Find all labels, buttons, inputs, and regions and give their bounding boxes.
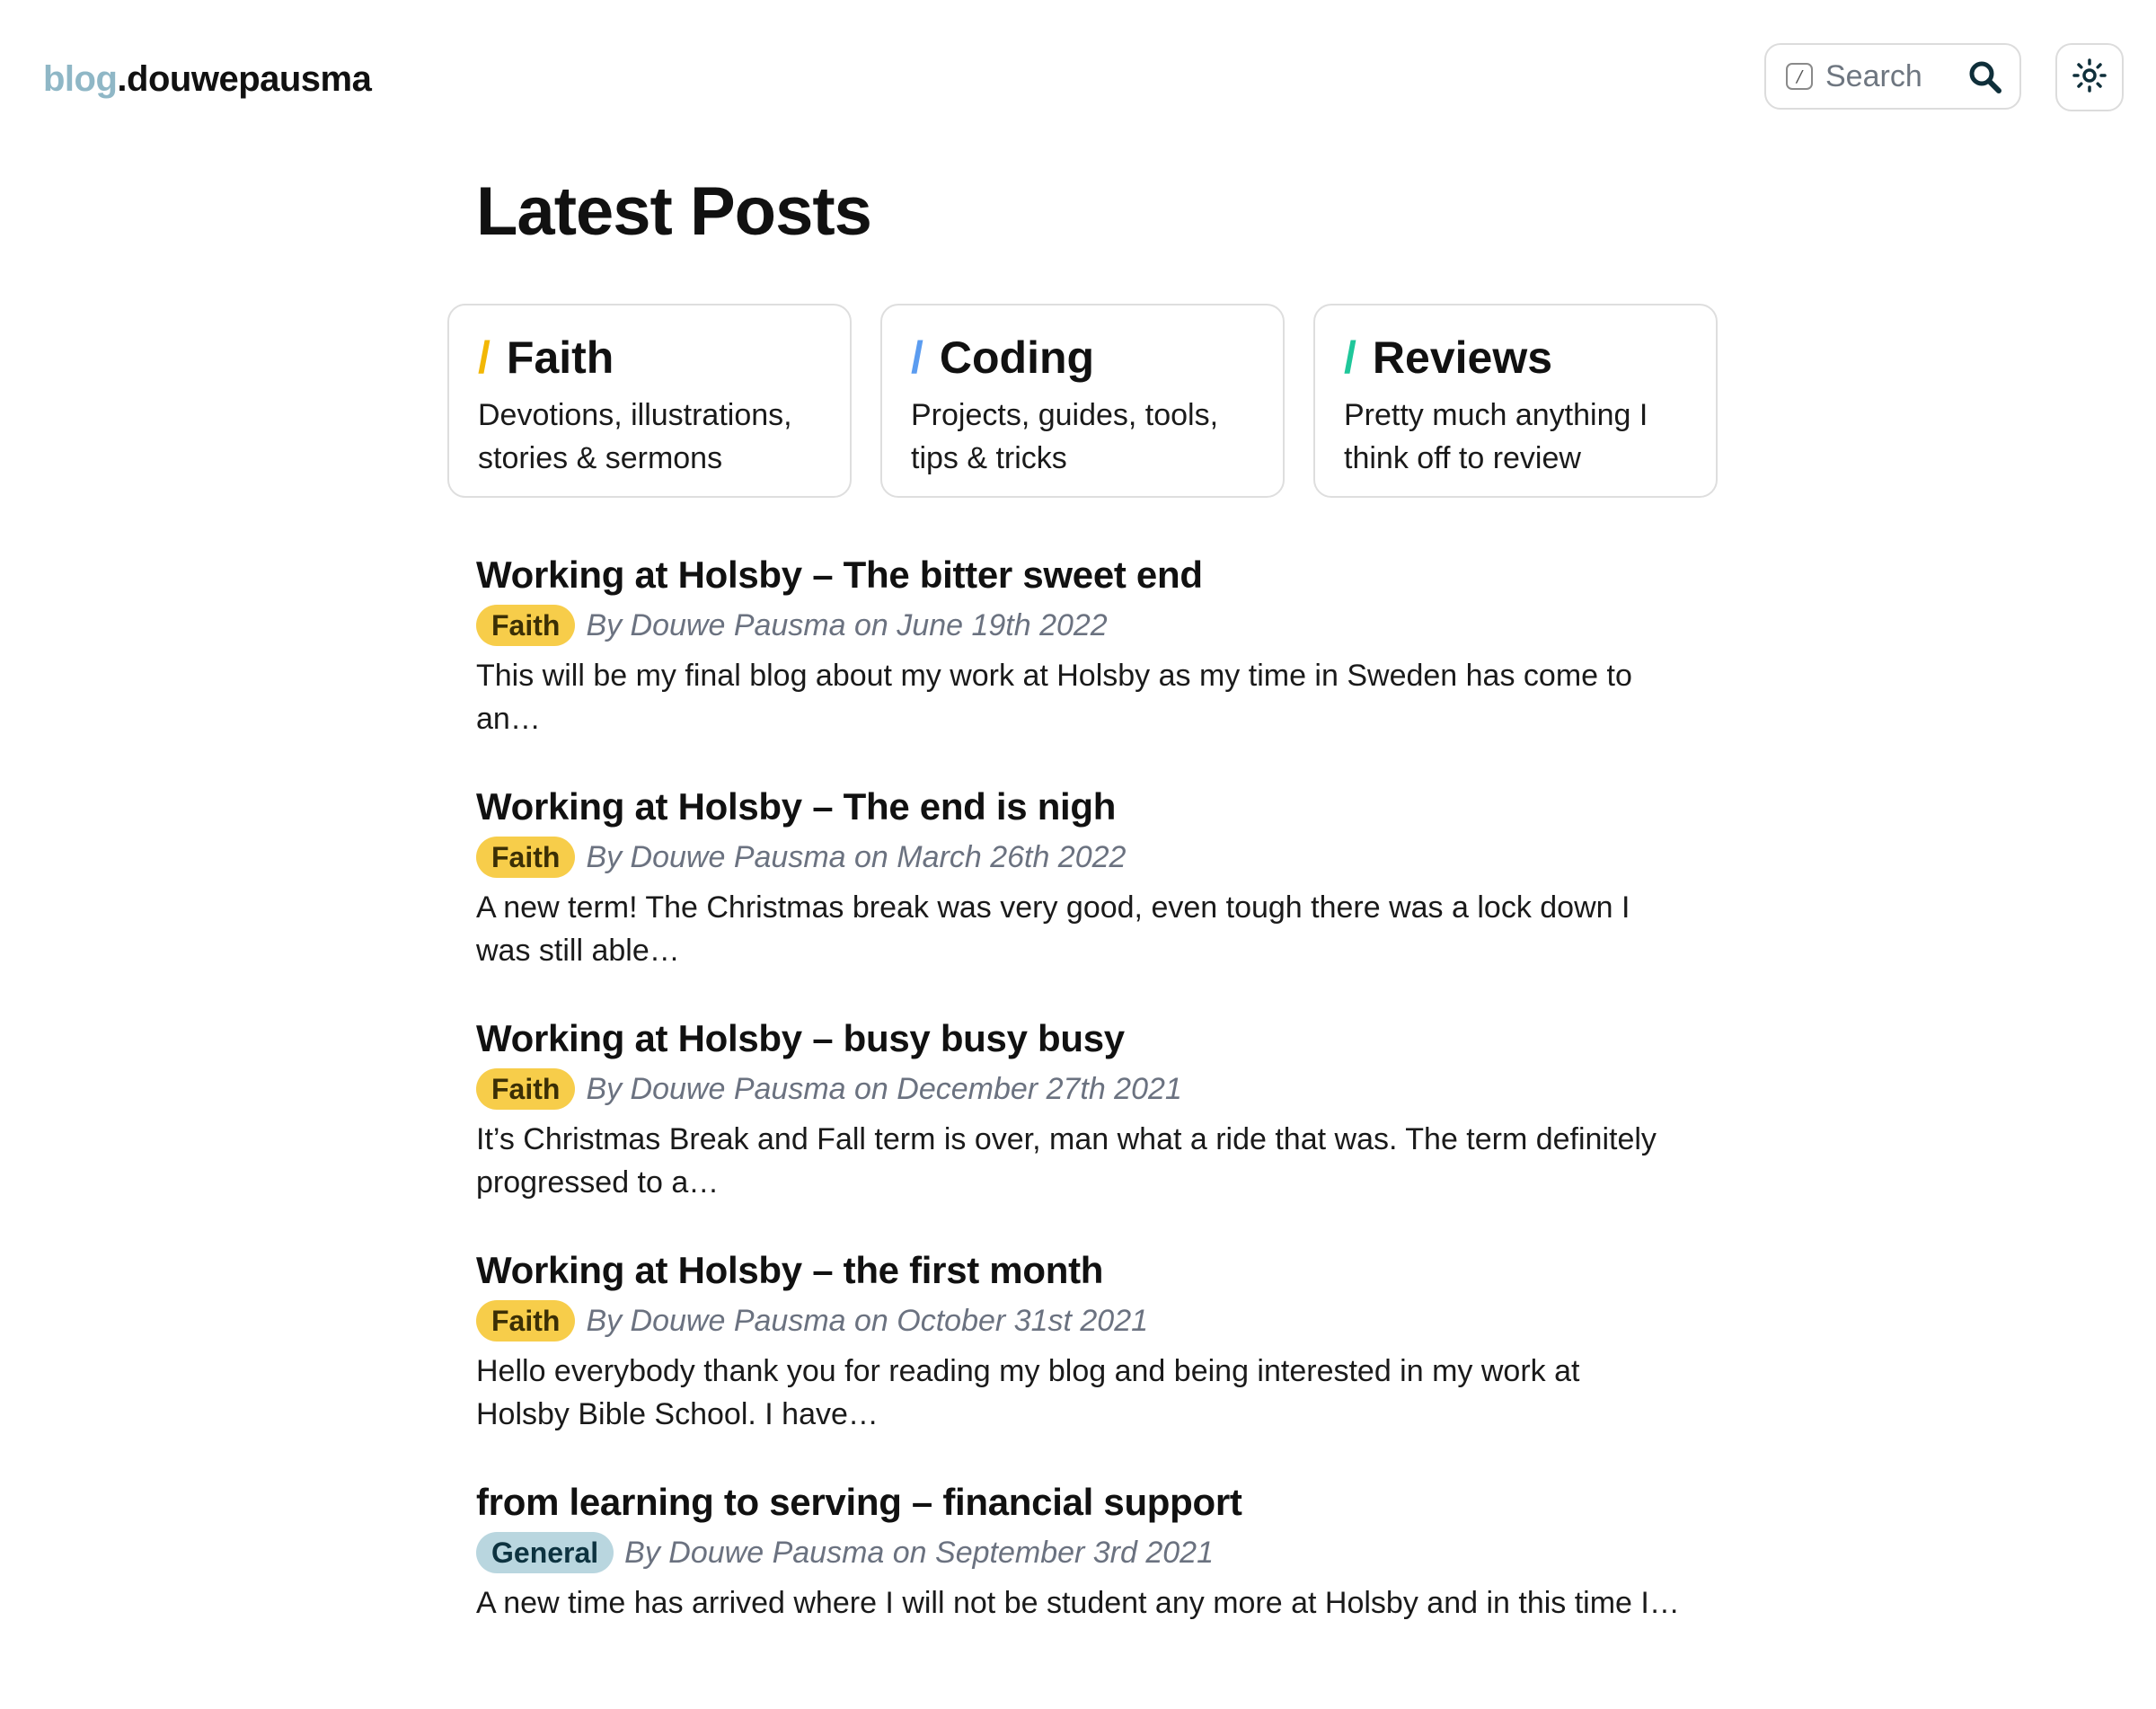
post-byline: By Douwe Pausma on June 19th 2022 (586, 607, 1108, 642)
shortcut-key-hint: / (1786, 63, 1813, 90)
category-card-reviews[interactable]: / Reviews Pretty much anything I think o… (1313, 304, 1718, 498)
category-slash: / (478, 332, 490, 383)
category-title: / Reviews (1344, 331, 1687, 385)
post-excerpt: Hello everybody thank you for reading my… (476, 1354, 1580, 1431)
post-list: Working at Holsby – The bitter sweet end… (476, 550, 1680, 1709)
post-tag[interactable]: Faith (476, 1300, 576, 1342)
category-title: / Coding (911, 331, 1254, 385)
category-description: Devotions, illustrations, stories & serm… (478, 398, 792, 475)
category-slash: / (1344, 332, 1356, 383)
sun-icon (2072, 58, 2107, 98)
post-meta: Faith By Douwe Pausma on June 19th 2022 (476, 602, 1680, 649)
post-byline: By Douwe Pausma on March 26th 2022 (586, 839, 1127, 874)
post-tag[interactable]: Faith (476, 605, 576, 646)
post-byline: By Douwe Pausma on September 3rd 2021 (624, 1535, 1214, 1570)
post-excerpt: It’s Christmas Break and Fall term is ov… (476, 1122, 1657, 1200)
category-name: Coding (939, 332, 1095, 383)
search-input[interactable] (1825, 58, 1960, 94)
post-title-link[interactable]: Working at Holsby – the first month (476, 1245, 1680, 1296)
post-item: Working at Holsby – The bitter sweet end… (476, 550, 1680, 782)
category-name: Faith (506, 332, 614, 383)
page-title: Latest Posts (476, 173, 872, 250)
search-icon[interactable] (1967, 59, 2003, 95)
category-card-faith[interactable]: / Faith Devotions, illustrations, storie… (447, 304, 852, 498)
logo-main: .douwepausma (117, 59, 372, 99)
category-name: Reviews (1372, 332, 1553, 383)
site-header: blog.douwepausma / (0, 0, 2156, 158)
post-title-link[interactable]: Working at Holsby – The bitter sweet end (476, 550, 1680, 600)
post-byline: By Douwe Pausma on October 31st 2021 (586, 1303, 1149, 1338)
category-slash: / (911, 332, 923, 383)
post-meta: Faith By Douwe Pausma on October 31st 20… (476, 1297, 1680, 1344)
post-title-link[interactable]: Working at Holsby – The end is nigh (476, 782, 1680, 832)
category-description: Pretty much anything I think off to revi… (1344, 398, 1648, 475)
theme-toggle-button[interactable] (2055, 43, 2124, 111)
post-byline: By Douwe Pausma on December 27th 2021 (586, 1071, 1182, 1106)
post-meta: Faith By Douwe Pausma on March 26th 2022 (476, 834, 1680, 881)
post-title-link[interactable]: from learning to serving – financial sup… (476, 1477, 1680, 1527)
site-logo[interactable]: blog.douwepausma (43, 56, 372, 102)
post-title-link[interactable]: Working at Holsby – busy busy busy (476, 1014, 1680, 1064)
search-box[interactable]: / (1764, 43, 2021, 110)
post-tag[interactable]: General (476, 1532, 614, 1573)
post-excerpt: A new time has arrived where I will not … (476, 1586, 1680, 1620)
post-item: Working at Holsby – the first month Fait… (476, 1245, 1680, 1477)
post-item: from learning to serving – financial sup… (476, 1477, 1680, 1709)
category-title: / Faith (478, 331, 821, 385)
post-tag[interactable]: Faith (476, 1068, 576, 1110)
post-excerpt: A new term! The Christmas break was very… (476, 890, 1630, 968)
post-excerpt: This will be my final blog about my work… (476, 659, 1632, 736)
category-card-coding[interactable]: / Coding Projects, guides, tools, tips &… (880, 304, 1285, 498)
post-meta: General By Douwe Pausma on September 3rd… (476, 1529, 1680, 1576)
logo-prefix: blog (43, 59, 118, 99)
post-item: Working at Holsby – busy busy busy Faith… (476, 1014, 1680, 1245)
post-item: Working at Holsby – The end is nigh Fait… (476, 782, 1680, 1014)
category-cards: / Faith Devotions, illustrations, storie… (447, 304, 1723, 501)
category-description: Projects, guides, tools, tips & tricks (911, 398, 1219, 475)
post-tag[interactable]: Faith (476, 837, 576, 878)
post-meta: Faith By Douwe Pausma on December 27th 2… (476, 1066, 1680, 1112)
